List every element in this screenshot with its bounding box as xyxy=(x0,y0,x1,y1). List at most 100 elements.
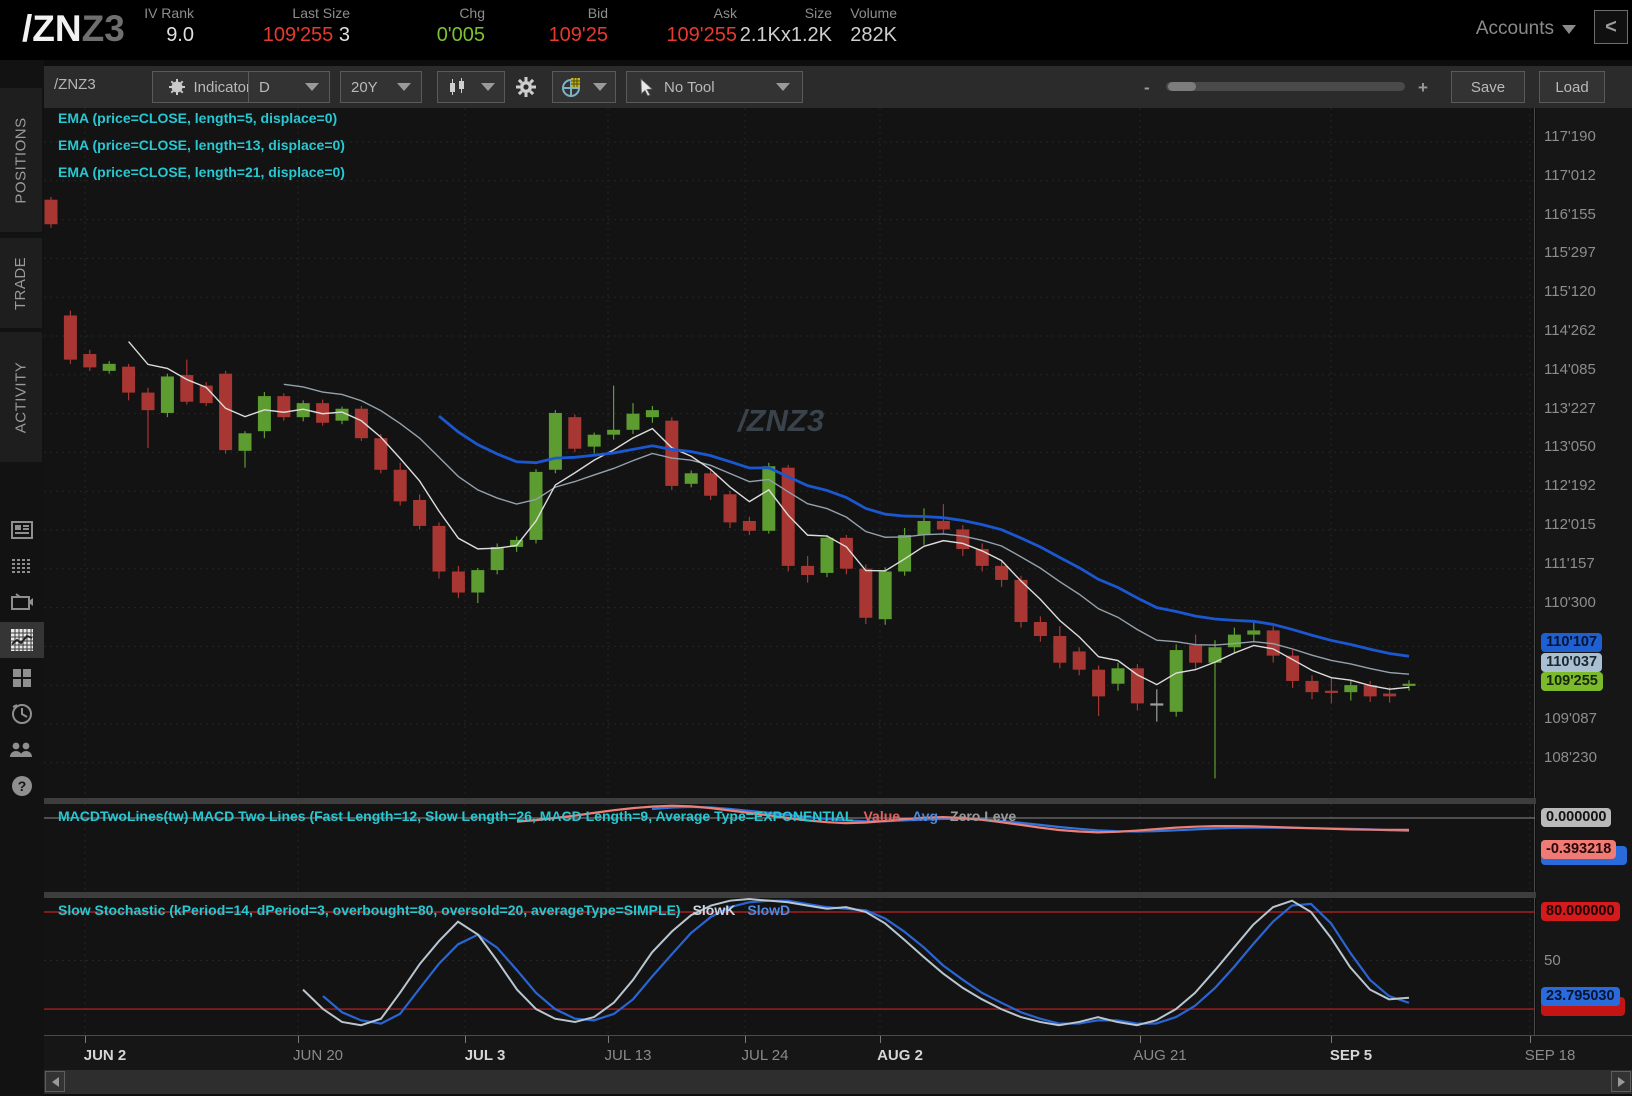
time-tick xyxy=(298,1036,299,1043)
axis-label: 115'120 xyxy=(1544,283,1596,301)
view-mode-dropdown[interactable] xyxy=(552,71,616,103)
apps-icon[interactable] xyxy=(8,664,36,692)
time-label: JUL 3 xyxy=(464,1047,506,1064)
axis-value-bubble: -0.393218 xyxy=(1541,840,1617,859)
quote-field-bid: Bid 109'25 xyxy=(548,5,608,46)
axis-label: 112'015 xyxy=(1544,516,1596,533)
axis-value-bubble: 110'037 xyxy=(1541,653,1603,672)
axis-label: 112'192 xyxy=(1544,477,1596,495)
sidebar-tab-activity[interactable]: ACTIVITY xyxy=(0,332,42,462)
time-tick xyxy=(745,1036,746,1043)
price-axis[interactable]: 117'190 117'012 116'155 115'297 115'120 114'2… xyxy=(1536,108,1632,1035)
stoch-slowd-line xyxy=(322,899,1410,1025)
timeframe-value: D xyxy=(259,78,270,96)
timeframe-dropdown[interactable]: D xyxy=(248,71,330,103)
symbol-main: /ZN xyxy=(22,8,82,49)
cursor-icon xyxy=(640,78,653,96)
chart-toolbar: /ZNZ3 Indicators D 20Y No Tool - + Save xyxy=(44,66,1632,108)
time-label: SEP 5 xyxy=(1329,1047,1373,1064)
help-icon[interactable]: ? xyxy=(8,772,36,800)
chevron-down-icon xyxy=(305,83,319,91)
axis-label: 115'297 xyxy=(1544,244,1596,262)
chevron-down-icon xyxy=(397,83,411,91)
community-icon[interactable] xyxy=(8,736,36,764)
no-tool-label: No Tool xyxy=(664,78,715,96)
symbol-logo: /ZNZ3 xyxy=(22,8,125,50)
accounts-dropdown[interactable]: Accounts xyxy=(1476,18,1576,40)
zoom-slider[interactable] xyxy=(1166,82,1405,91)
gear-icon xyxy=(516,77,536,97)
time-tick xyxy=(465,1036,466,1043)
time-label: JUL 24 xyxy=(741,1047,789,1064)
time-label: SEP 18 xyxy=(1524,1047,1576,1064)
scroll-left-button[interactable] xyxy=(45,1071,65,1092)
tv-icon[interactable] xyxy=(8,588,36,616)
time-tick xyxy=(880,1036,881,1043)
accounts-label: Accounts xyxy=(1475,18,1554,39)
chevron-down-icon xyxy=(593,83,607,91)
axis-label: 116'155 xyxy=(1544,205,1596,223)
time-tick xyxy=(608,1036,609,1043)
time-tick xyxy=(1140,1036,1141,1043)
sidebar-tab-positions[interactable]: POSITIONS xyxy=(0,88,42,232)
symbol-input[interactable]: /ZNZ3 xyxy=(54,76,96,93)
chevron-down-icon xyxy=(776,83,790,91)
symbol-sub: Z3 xyxy=(81,8,125,49)
time-label: AUG 21 xyxy=(1133,1047,1187,1064)
zoom-slider-handle[interactable] xyxy=(1168,82,1196,91)
axis-label: 111'157 xyxy=(1544,554,1595,572)
time-label: JUN 2 xyxy=(83,1047,127,1064)
horizontal-scrollbar[interactable] xyxy=(44,1070,1632,1094)
axis-label: 50 xyxy=(1544,952,1561,969)
axis-label: 110'300 xyxy=(1544,593,1596,611)
globe-grid-icon xyxy=(562,78,580,97)
chart-grid-icon[interactable] xyxy=(8,626,36,654)
chart-settings-button[interactable] xyxy=(509,71,543,103)
collapse-panel-button[interactable]: < xyxy=(1594,10,1628,44)
indicators-burst-icon xyxy=(169,79,186,95)
quote-header: /ZNZ3 IV Rank 9.0 Last Size 109'255 3 Chg 0'0… xyxy=(0,0,1632,60)
time-axis[interactable]: JUN 2 JUN 20 JUL 3 JUL 13 JUL 24 AUG 2 AUG 21 S… xyxy=(44,1035,1632,1070)
time-label: JUL 13 xyxy=(604,1047,652,1064)
scroll-right-button[interactable] xyxy=(1611,1071,1631,1092)
left-sidebar: POSITIONS TRADE ACTIVITY ? xyxy=(0,60,44,1096)
range-dropdown[interactable]: 20Y xyxy=(340,71,422,103)
chevron-down-icon xyxy=(1562,25,1576,34)
axis-label: 109'087 xyxy=(1544,710,1597,727)
range-value: 20Y xyxy=(351,78,378,96)
list-icon[interactable] xyxy=(8,552,36,580)
quote-field-size: Size 2.1Kx1.2K xyxy=(739,5,832,46)
stoch-slowk-line xyxy=(302,898,1410,1027)
arrow-right-icon xyxy=(1617,1076,1625,1087)
pane-divider[interactable] xyxy=(44,798,1632,804)
quote-field-last-size: Last Size 109'255 3 xyxy=(262,5,350,46)
drawing-tool-dropdown[interactable]: No Tool xyxy=(626,71,803,103)
axis-label: 114'262 xyxy=(1544,322,1596,339)
history-clock-icon[interactable] xyxy=(8,700,36,728)
save-button[interactable]: Save xyxy=(1451,71,1525,103)
arrow-left-icon xyxy=(51,1076,59,1087)
quote-field-iv-rank: IV Rank 9.0 xyxy=(144,5,194,46)
trading-platform-window: /ZNZ3 IV Rank 9.0 Last Size 109'255 3 Chg 0'0… xyxy=(0,0,1632,1096)
axis-value-bubble: 80.000000 xyxy=(1541,902,1620,921)
zoom-in-button[interactable]: + xyxy=(1418,78,1428,98)
axis-value-bubble: 23.795030 xyxy=(1541,987,1620,1006)
load-button[interactable]: Load xyxy=(1539,71,1605,103)
axis-label: 114'085 xyxy=(1544,360,1596,378)
chart-area[interactable]: EMA (price=CLOSE, length=5, displace=0) … xyxy=(44,108,1632,1035)
axis-label: 117'012 xyxy=(1544,166,1596,184)
quote-field-ask: Ask 109'255 xyxy=(666,5,737,46)
candlestick-chart-icon xyxy=(450,78,464,95)
pane-divider[interactable] xyxy=(44,892,1632,898)
sidebar-tab-trade[interactable]: TRADE xyxy=(0,238,42,328)
time-tick xyxy=(1331,1036,1332,1043)
time-tick xyxy=(1530,1036,1531,1043)
svg-text:?: ? xyxy=(18,778,27,794)
axis-label: 117'190 xyxy=(1544,128,1596,145)
time-tick xyxy=(85,1036,86,1043)
zoom-out-button[interactable]: - xyxy=(1144,78,1150,98)
news-icon[interactable] xyxy=(8,516,36,544)
time-label: JUN 20 xyxy=(292,1047,344,1064)
axis-label: 113'227 xyxy=(1544,399,1596,417)
chart-type-dropdown[interactable] xyxy=(437,71,505,103)
